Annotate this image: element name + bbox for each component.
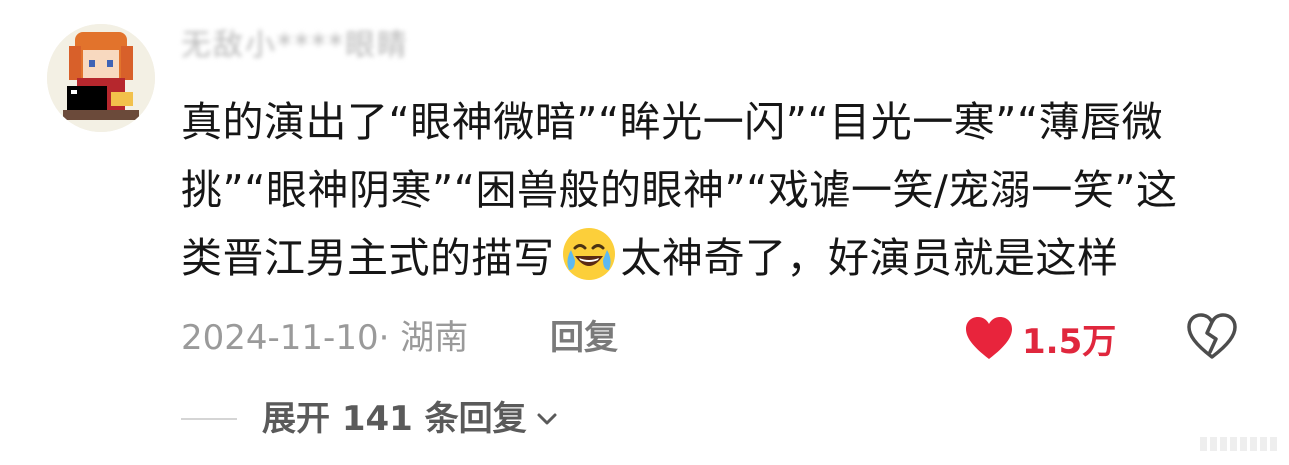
comment-line-1: 真的演出了“眼神微暗”“眸光一闪”“目光一寒”“薄唇微 [181,98,1164,146]
username[interactable]: 无敌小****眼睛 [181,26,409,66]
heart-icon [966,317,1012,359]
comment-line-3-text: 类晋江男主式的描写 [181,234,555,282]
chevron-down-icon [537,413,557,425]
comment-line-2: 挑”“眼神阴寒”“困兽般的眼神”“戏谑一笑/宠溺一笑”这 [181,166,1178,214]
avatar[interactable] [47,24,155,132]
crying-laughing-face-icon [562,228,615,280]
broken-heart-icon[interactable] [1186,312,1238,360]
expand-replies-button[interactable]: 展开 141 条回复 [262,396,561,442]
watermark [1200,437,1277,451]
comment-line-3-tail: 太神奇了，好演员就是这样 [620,234,1119,282]
expand-replies-label: 展开 141 条回复 [262,399,527,439]
comment-text: 真的演出了“眼神微暗”“眸光一闪”“目光一寒”“薄唇微 挑”“眼神阴寒”“困兽般… [181,88,1241,292]
like-count: 1.5万 [1022,321,1117,362]
like-button[interactable]: 1.5万 [964,312,1116,364]
reply-button[interactable]: 回复 [550,316,618,360]
comment-date-location: 2024-11-10· 湖南 [181,318,469,358]
comment-line-3: 类晋江男主式的描写 太神奇了，好演员就是这样 [181,224,1241,292]
divider-line [181,418,237,420]
